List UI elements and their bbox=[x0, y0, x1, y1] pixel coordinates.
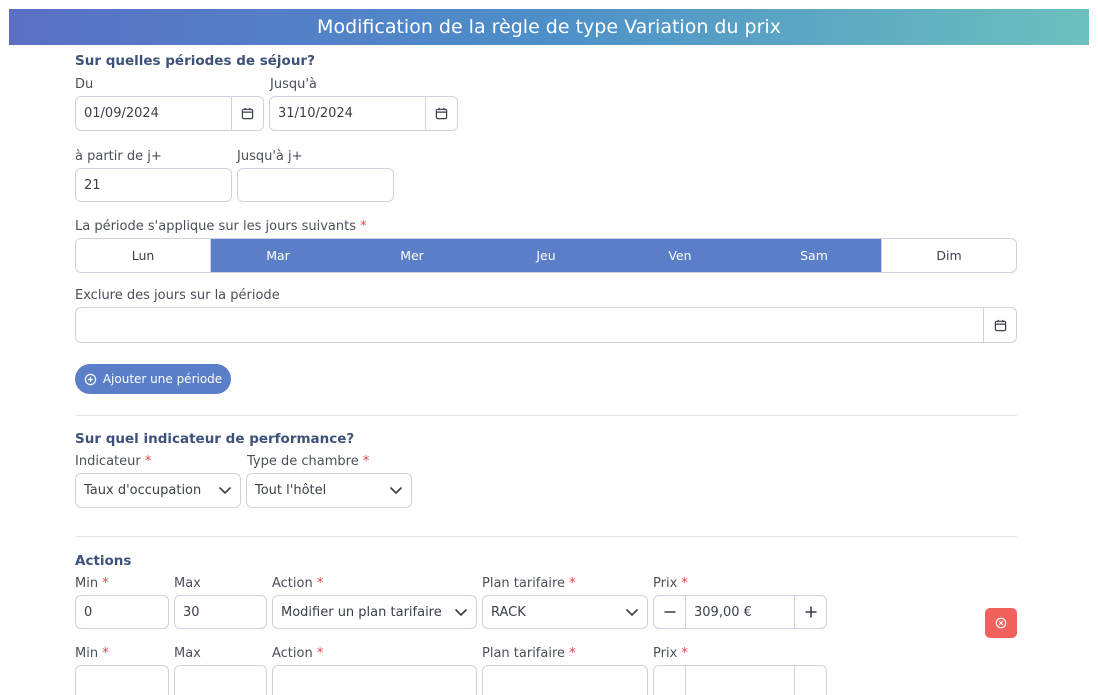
add-period-button[interactable]: Ajouter une période bbox=[75, 364, 231, 394]
action-select[interactable]: Modifier un plan tarifaire bbox=[272, 595, 477, 629]
calendar-icon bbox=[435, 107, 448, 120]
required-mark: * bbox=[102, 576, 109, 591]
day-toggle-lun[interactable]: Lun bbox=[76, 239, 211, 272]
chevron-down-icon bbox=[389, 486, 403, 495]
plus-icon bbox=[805, 606, 816, 618]
day-toggle-dim[interactable]: Dim bbox=[881, 239, 1016, 272]
required-mark: * bbox=[569, 576, 576, 591]
price-decrement-button[interactable] bbox=[654, 596, 685, 628]
required-mark: * bbox=[316, 646, 324, 661]
close-circle-icon bbox=[995, 617, 1007, 629]
days-label: La période s'applique sur les jours suiv… bbox=[75, 219, 367, 234]
chevron-down-icon bbox=[218, 486, 232, 495]
exclude-days-label: Exclure des jours sur la période bbox=[75, 288, 280, 303]
to-date-label: Jusqu'à bbox=[270, 77, 317, 92]
rate-plan-label: Plan tarifaire * bbox=[482, 646, 576, 661]
minus-icon bbox=[664, 611, 675, 613]
from-date-value[interactable]: 01/09/2024 bbox=[76, 97, 231, 130]
room-type-select-value: Tout l'hôtel bbox=[255, 483, 327, 498]
required-mark: * bbox=[362, 454, 370, 469]
price-label: Prix * bbox=[653, 646, 688, 661]
jplus-from-input[interactable]: 21 bbox=[75, 168, 232, 202]
indicator-select[interactable]: Taux d'occupation bbox=[75, 473, 241, 508]
indicator-label: Indicateur * bbox=[75, 454, 152, 469]
to-date-calendar-button[interactable] bbox=[425, 97, 457, 130]
weekday-selector: Lun Mar Mer Jeu Ven Sam Dim bbox=[75, 238, 1017, 273]
from-date-field[interactable]: 01/09/2024 bbox=[75, 96, 264, 131]
min-label: Min * bbox=[75, 576, 109, 591]
action-select-value: Modifier un plan tarifaire bbox=[281, 604, 442, 620]
max-label: Max bbox=[174, 576, 201, 591]
jplus-to-label: Jusqu'à j+ bbox=[237, 149, 303, 164]
required-mark: * bbox=[681, 646, 688, 661]
min-input[interactable]: 0 bbox=[75, 595, 169, 629]
price-input[interactable] bbox=[685, 666, 795, 695]
price-increment-button[interactable] bbox=[795, 666, 826, 695]
calendar-icon bbox=[994, 319, 1006, 331]
jplus-to-input[interactable] bbox=[237, 168, 394, 202]
action-label: Action * bbox=[272, 646, 324, 661]
add-period-label: Ajouter une période bbox=[102, 372, 223, 386]
indicator-select-value: Taux d'occupation bbox=[84, 483, 202, 498]
day-toggle-sam[interactable]: Sam bbox=[747, 239, 881, 272]
required-mark: * bbox=[144, 454, 152, 469]
modal-header: Modification de la règle de type Variati… bbox=[9, 9, 1089, 45]
day-toggle-mer[interactable]: Mer bbox=[345, 239, 479, 272]
modal-title: Modification de la règle de type Variati… bbox=[317, 16, 781, 38]
rate-plan-label: Plan tarifaire * bbox=[482, 576, 576, 591]
price-input[interactable]: 309,00 € bbox=[685, 596, 795, 628]
indicator-section-title: Sur quel indicateur de performance? bbox=[75, 431, 355, 447]
required-mark: * bbox=[360, 219, 367, 234]
to-date-value[interactable]: 31/10/2024 bbox=[270, 97, 425, 130]
max-label: Max bbox=[174, 646, 201, 661]
delete-action-button[interactable] bbox=[985, 608, 1017, 638]
rate-plan-select-value: RACK bbox=[491, 604, 526, 620]
actions-section-title: Actions bbox=[75, 553, 132, 569]
price-label: Prix * bbox=[653, 576, 688, 591]
day-toggle-jeu[interactable]: Jeu bbox=[479, 239, 613, 272]
chevron-down-icon bbox=[625, 608, 639, 616]
max-input[interactable]: 30 bbox=[174, 595, 267, 629]
room-type-select[interactable]: Tout l'hôtel bbox=[246, 473, 412, 508]
exclude-days-calendar-button[interactable] bbox=[983, 308, 1016, 342]
jplus-from-label: à partir de j+ bbox=[75, 149, 162, 164]
required-mark: * bbox=[316, 576, 324, 591]
calendar-icon bbox=[241, 107, 254, 120]
day-toggle-mar[interactable]: Mar bbox=[211, 239, 345, 272]
periods-section-title: Sur quelles périodes de séjour? bbox=[75, 53, 315, 69]
required-mark: * bbox=[569, 646, 576, 661]
action-select[interactable] bbox=[272, 665, 477, 695]
max-input[interactable] bbox=[174, 665, 267, 695]
rate-plan-select[interactable] bbox=[482, 665, 648, 695]
from-date-label: Du bbox=[75, 77, 94, 92]
divider bbox=[75, 415, 1017, 416]
required-mark: * bbox=[681, 576, 688, 591]
required-mark: * bbox=[102, 646, 109, 661]
plus-circle-icon bbox=[84, 373, 97, 385]
day-toggle-ven[interactable]: Ven bbox=[613, 239, 747, 272]
price-stepper: 309,00 € bbox=[653, 595, 827, 629]
exclude-days-input[interactable] bbox=[76, 308, 983, 342]
min-label: Min * bbox=[75, 646, 109, 661]
exclude-days-field[interactable] bbox=[75, 307, 1017, 343]
divider bbox=[75, 536, 1017, 537]
rate-plan-select[interactable]: RACK bbox=[482, 595, 648, 629]
min-input[interactable] bbox=[75, 665, 169, 695]
chevron-down-icon bbox=[454, 608, 468, 616]
to-date-field[interactable]: 31/10/2024 bbox=[269, 96, 458, 131]
price-decrement-button[interactable] bbox=[654, 666, 685, 695]
price-stepper bbox=[653, 665, 827, 695]
action-label: Action * bbox=[272, 576, 324, 591]
price-increment-button[interactable] bbox=[795, 596, 826, 628]
from-date-calendar-button[interactable] bbox=[231, 97, 263, 130]
room-type-label: Type de chambre * bbox=[247, 454, 370, 469]
